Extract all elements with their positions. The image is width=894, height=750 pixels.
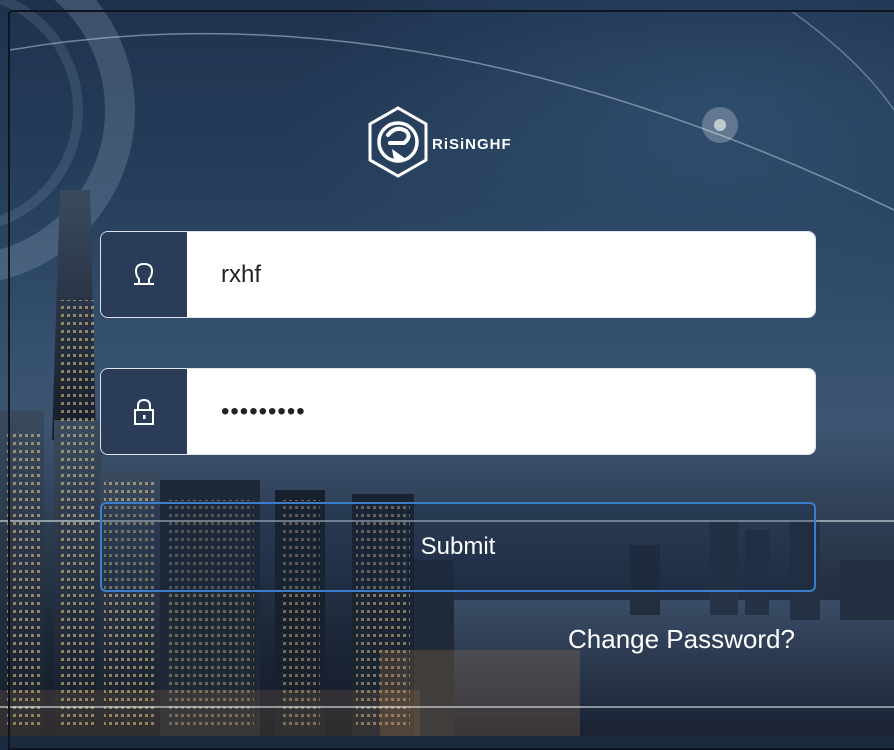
brand-name: RiSiNGHF bbox=[432, 135, 512, 153]
brand-logo: RiSiNGHF bbox=[366, 104, 566, 180]
lock-icon bbox=[101, 369, 187, 454]
password-input[interactable] bbox=[187, 369, 815, 454]
username-input[interactable] bbox=[187, 232, 815, 317]
change-password-link[interactable]: Change Password? bbox=[568, 624, 795, 655]
user-icon bbox=[101, 232, 187, 317]
password-field[interactable] bbox=[100, 368, 816, 455]
submit-button[interactable]: Submit bbox=[100, 502, 816, 592]
risinghf-logo-icon bbox=[368, 106, 428, 178]
username-field[interactable] bbox=[100, 231, 816, 318]
